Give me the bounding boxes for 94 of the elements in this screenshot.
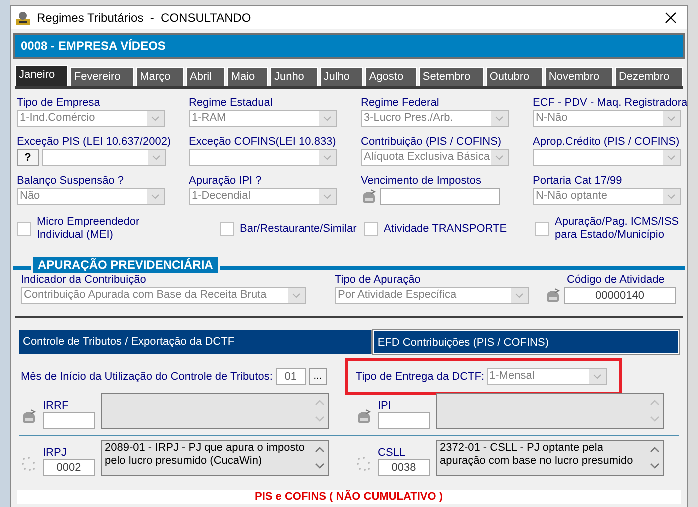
- chevron-down-icon: [663, 150, 680, 165]
- description-box: 2372-01 - CSLL - PJ optante pela apuração com base no lucro presumido: [436, 440, 664, 476]
- code-field[interactable]: 0038: [378, 459, 430, 476]
- dropdown[interactable]: Alíquota Exclusiva Básica: [361, 149, 509, 166]
- field-label: Mês de Início da Utilização do Controle de Tributos:: [21, 370, 273, 382]
- close-icon[interactable]: [665, 12, 677, 24]
- tax-label: IRPJ: [43, 447, 68, 459]
- month-tab[interactable]: Agosto: [365, 67, 417, 86]
- window-title: Regimes Tributários - CONSULTANDO: [37, 10, 252, 24]
- input-field[interactable]: [380, 188, 500, 205]
- month-tab[interactable]: Outubro: [486, 67, 543, 86]
- field-label: Código de Atividade: [566, 274, 666, 286]
- field-label: Aprop.Crédito (PIS / COFINS): [533, 136, 681, 148]
- month-tab[interactable]: Março: [136, 67, 184, 86]
- dropdown[interactable]: 1-RAM: [189, 110, 337, 127]
- section-title: APURAÇÃO PREVIDENCIÁRIA: [31, 255, 220, 275]
- field-label: Indicador da Contribuição: [21, 274, 148, 286]
- checkbox[interactable]: [364, 222, 378, 236]
- dropdown[interactable]: Não: [17, 188, 165, 205]
- checkbox-label: Micro Empreendedor Individual (MEI): [37, 216, 141, 242]
- lookup-icon[interactable]: [356, 409, 372, 425]
- tax-label: IRRF: [43, 400, 70, 412]
- dropdown[interactable]: N-Não: [533, 110, 681, 127]
- month-tab[interactable]: Novembro: [544, 67, 613, 86]
- field-label: Regime Federal: [361, 97, 440, 109]
- section-tab[interactable]: EFD Contribuições (PIS / COFINS): [372, 330, 679, 354]
- chevron-down-icon: [147, 189, 164, 204]
- chevron-down-icon: [663, 111, 680, 126]
- dots-icon: [21, 456, 37, 472]
- month-tab[interactable]: Junho: [270, 67, 318, 86]
- code-field[interactable]: [43, 412, 95, 429]
- browse-button[interactable]: ...: [308, 368, 327, 385]
- field-label: ECF - PDV - Maq. Registradora: [533, 97, 688, 109]
- field-label: Portaria Cat 17/99: [533, 175, 624, 187]
- checkbox[interactable]: [17, 222, 31, 236]
- chevron-down-icon: [147, 111, 164, 126]
- dropdown[interactable]: 1-Decendial: [189, 188, 337, 205]
- field-label: Exceção PIS (LEI 10.637/2002): [17, 136, 172, 148]
- dropdown[interactable]: 3-Lucro Pres./Arb.: [361, 110, 509, 127]
- dropdown[interactable]: 1-Mensal: [486, 368, 607, 385]
- chevron-down-icon: [319, 150, 336, 165]
- company-header: 0008 - EMPRESA VÍDEOS: [13, 33, 685, 59]
- dots-icon: [356, 456, 372, 472]
- dropdown[interactable]: N-Não optante: [533, 188, 681, 205]
- code-field[interactable]: 0002: [43, 459, 95, 476]
- chevron-down-icon: [491, 150, 508, 165]
- field-label: Apuração IPI ?: [189, 175, 263, 187]
- checkbox[interactable]: [220, 222, 234, 236]
- input-field[interactable]: 00000140: [564, 287, 676, 304]
- chevron-down-icon: [319, 111, 336, 126]
- dropdown[interactable]: [533, 149, 681, 166]
- chevron-down-icon: [491, 111, 508, 126]
- month-tab[interactable]: Abril: [186, 67, 226, 86]
- dropdown[interactable]: Contribuição Apurada com Base da Receita Bruta: [21, 287, 306, 304]
- month-tab[interactable]: Julho: [320, 67, 364, 86]
- help-button[interactable]: ?: [17, 149, 39, 166]
- field-label: Exceção COFINS(LEI 10.833): [189, 136, 338, 148]
- checkbox-label: Bar/Restaurante/Similar: [240, 222, 357, 236]
- section-tab[interactable]: Controle de Tributos / Exportação da DCTF: [19, 330, 373, 354]
- month-tab[interactable]: Maio: [227, 67, 268, 86]
- chevron-down-icon: [663, 189, 680, 204]
- chevron-down-icon: [511, 288, 528, 303]
- chevron-down-icon: [588, 369, 606, 384]
- month-tab[interactable]: Setembro: [418, 67, 484, 86]
- field-label: Tipo de Empresa: [17, 97, 102, 109]
- chevron-down-icon: [288, 288, 305, 303]
- tax-label: CSLL: [378, 447, 407, 459]
- tax-label: IPI: [378, 400, 392, 412]
- lookup-icon[interactable]: [545, 288, 561, 304]
- code-field[interactable]: [378, 412, 430, 429]
- field-label: Tipo de Apuração: [335, 274, 422, 286]
- chevron-down-icon: [319, 189, 336, 204]
- month-tab[interactable]: Dezembro: [614, 67, 684, 86]
- field-label: Tipo de Entrega da DCTF:: [356, 370, 485, 382]
- checkbox-label: Atividade TRANSPORTE: [384, 222, 508, 236]
- checkbox[interactable]: [535, 222, 549, 236]
- month-tab[interactable]: Janeiro: [15, 65, 68, 86]
- dropdown[interactable]: [42, 149, 166, 166]
- dropdown[interactable]: [189, 149, 337, 166]
- field-label: Vencimento de Impostos: [361, 175, 482, 187]
- field-label: Contribuição (PIS / COFINS): [361, 136, 503, 148]
- checkbox-label: Apuração/Pag. ICMS/ISS para Estado/Município: [555, 216, 680, 242]
- month-field[interactable]: 01: [276, 368, 306, 385]
- app-icon: [15, 10, 31, 26]
- lookup-icon[interactable]: [21, 409, 37, 425]
- dropdown[interactable]: Por Atividade Específica: [335, 287, 529, 304]
- month-tab[interactable]: Fevereiro: [70, 67, 134, 86]
- description-box: 2089-01 - IRPJ - PJ que apura o imposto pelo lucro presumido (CucaWin): [101, 440, 329, 476]
- banner-text: PIS e COFINS ( NÃO CUMULATIVO ): [17, 490, 681, 504]
- lookup-icon[interactable]: [361, 188, 377, 204]
- field-label: Balanço Suspensão ?: [17, 175, 126, 187]
- field-label: Regime Estadual: [189, 97, 274, 109]
- dropdown[interactable]: 1-Ind.Comércio: [17, 110, 165, 127]
- chevron-down-icon: [148, 150, 165, 165]
